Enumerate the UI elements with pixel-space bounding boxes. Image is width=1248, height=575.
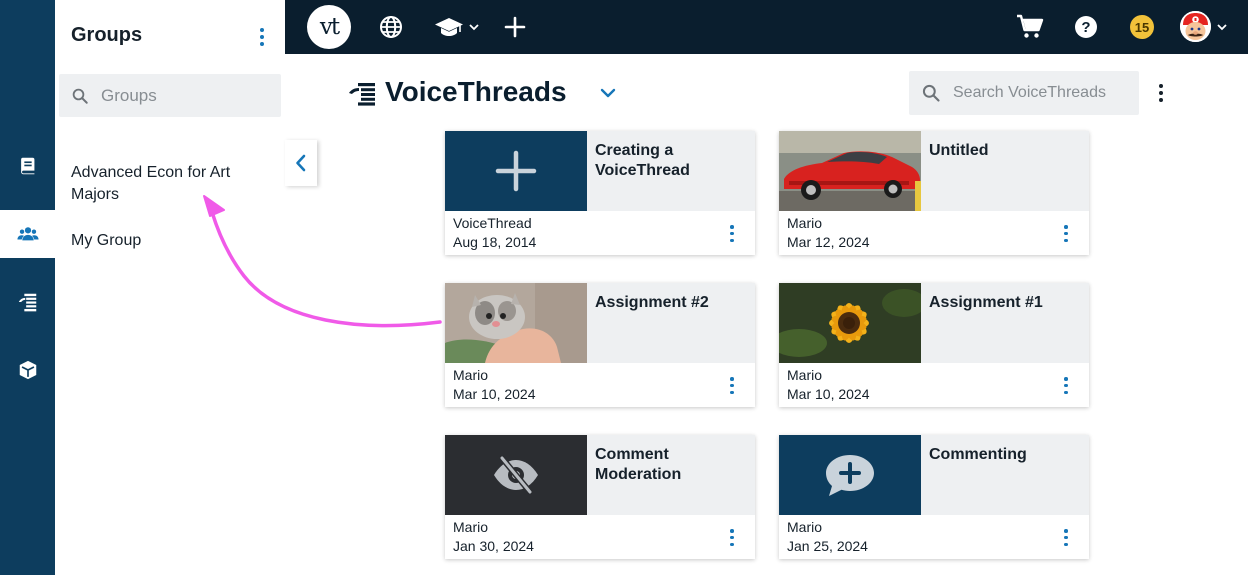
voicethreads-icon: [18, 293, 36, 312]
red-car-photo: [779, 131, 921, 211]
voicethread-card[interactable]: Comment Moderation Mario Jan 30, 2024: [445, 435, 755, 559]
card-menu-icon[interactable]: [1062, 225, 1070, 242]
collapse-panel-button[interactable]: [285, 140, 317, 186]
avatar[interactable]: [1180, 11, 1211, 42]
card-menu-icon[interactable]: [1062, 529, 1070, 546]
rail-item-voicethreads[interactable]: [0, 278, 55, 326]
card-date: Jan 30, 2024: [453, 538, 534, 554]
groups-search-box: [59, 74, 281, 117]
svg-text:?: ?: [1081, 19, 1090, 36]
card-thumbnail[interactable]: [445, 283, 587, 363]
cube-icon: [19, 360, 36, 380]
page-title: VoiceThreads: [385, 76, 567, 107]
card-owner: Mario: [787, 519, 823, 535]
plus-icon: [495, 150, 537, 192]
group-item-advanced-econ[interactable]: Advanced Econ for Art Majors: [71, 162, 261, 206]
card-owner: Mario: [787, 215, 823, 231]
voicethread-card[interactable]: Commenting Mario Jan 25, 2024: [779, 435, 1089, 559]
chevron-down-icon: [1217, 24, 1227, 31]
voicethreads-icon: [349, 83, 375, 106]
card-owner: Mario: [453, 367, 489, 383]
voicethread-card[interactable]: Creating a VoiceThread VoiceThread Aug 1…: [445, 131, 755, 255]
rail-item-library[interactable]: [0, 142, 55, 190]
card-menu-icon[interactable]: [1062, 377, 1070, 394]
help-button[interactable]: ?: [1074, 0, 1098, 54]
card-menu-icon[interactable]: [728, 377, 736, 394]
mario-avatar-icon: [1180, 11, 1211, 42]
groups-icon: [16, 227, 39, 241]
card-thumbnail[interactable]: [779, 131, 921, 211]
create-button[interactable]: [503, 0, 527, 54]
kitten-photo: [445, 283, 587, 363]
card-title[interactable]: Untitled: [929, 141, 1079, 161]
card-menu-icon[interactable]: [728, 225, 736, 242]
account-menu-button[interactable]: [1215, 0, 1229, 54]
card-thumbnail[interactable]: [779, 283, 921, 363]
card-thumbnail[interactable]: [779, 435, 921, 515]
card-thumbnail[interactable]: [445, 131, 587, 211]
card-title[interactable]: Comment Moderation: [595, 445, 745, 485]
voicethreads-search-input[interactable]: [953, 84, 1133, 102]
chevron-down-icon[interactable]: [599, 86, 617, 100]
card-date: Mar 10, 2024: [453, 386, 536, 402]
voicethreads-search-box: [909, 71, 1139, 115]
globe-button[interactable]: [378, 0, 404, 54]
help-icon: ?: [1075, 16, 1097, 38]
cart-icon: [1017, 14, 1044, 38]
comment-plus-icon: [826, 455, 874, 496]
card-owner: Mario: [787, 367, 823, 383]
left-rail: [0, 0, 55, 575]
plus-icon: [504, 16, 526, 38]
vt-logo[interactable]: vt: [307, 5, 351, 49]
card-owner: Mario: [453, 519, 489, 535]
globe-icon: [380, 16, 402, 38]
groups-title: Groups: [71, 24, 143, 46]
card-date: Jan 25, 2024: [787, 538, 868, 554]
groups-more-menu-icon[interactable]: [253, 26, 271, 48]
book-icon: [20, 157, 34, 175]
card-date: Aug 18, 2014: [453, 234, 537, 250]
search-icon: [72, 88, 88, 104]
notification-badge[interactable]: 15: [1130, 15, 1154, 39]
card-owner: VoiceThread: [453, 215, 532, 231]
graduation-cap-icon: [435, 18, 463, 36]
card-date: Mar 10, 2024: [787, 386, 870, 402]
more-options-icon[interactable]: [1153, 82, 1169, 104]
cart-button[interactable]: [1016, 0, 1044, 54]
eye-slash-icon: [494, 455, 538, 495]
sunflower-photo: [779, 283, 921, 363]
voicethread-card[interactable]: Assignment #1 Mario Mar 10, 2024: [779, 283, 1089, 407]
chevron-down-icon: [469, 24, 479, 31]
rail-item-groups[interactable]: [0, 210, 55, 258]
search-icon: [922, 84, 940, 102]
card-title[interactable]: Assignment #1: [929, 293, 1079, 313]
voicethread-card[interactable]: Assignment #2 Mario Mar 10, 2024: [445, 283, 755, 407]
courses-menu-button[interactable]: [432, 0, 482, 54]
card-title[interactable]: Commenting: [929, 445, 1079, 465]
groups-search-input[interactable]: [101, 85, 271, 106]
chevron-left-icon: [296, 154, 306, 172]
card-title[interactable]: Assignment #2: [595, 293, 745, 313]
card-date: Mar 12, 2024: [787, 234, 870, 250]
top-bar: vt ? 15: [285, 0, 1248, 54]
card-title[interactable]: Creating a VoiceThread: [595, 141, 745, 181]
rail-item-content[interactable]: [0, 346, 55, 394]
card-menu-icon[interactable]: [728, 529, 736, 546]
voicethread-card[interactable]: Untitled Mario Mar 12, 2024: [779, 131, 1089, 255]
groups-panel: Groups Advanced Econ for Art Majors My G…: [55, 0, 285, 575]
card-thumbnail[interactable]: [445, 435, 587, 515]
group-item-my-group[interactable]: My Group: [71, 230, 261, 252]
